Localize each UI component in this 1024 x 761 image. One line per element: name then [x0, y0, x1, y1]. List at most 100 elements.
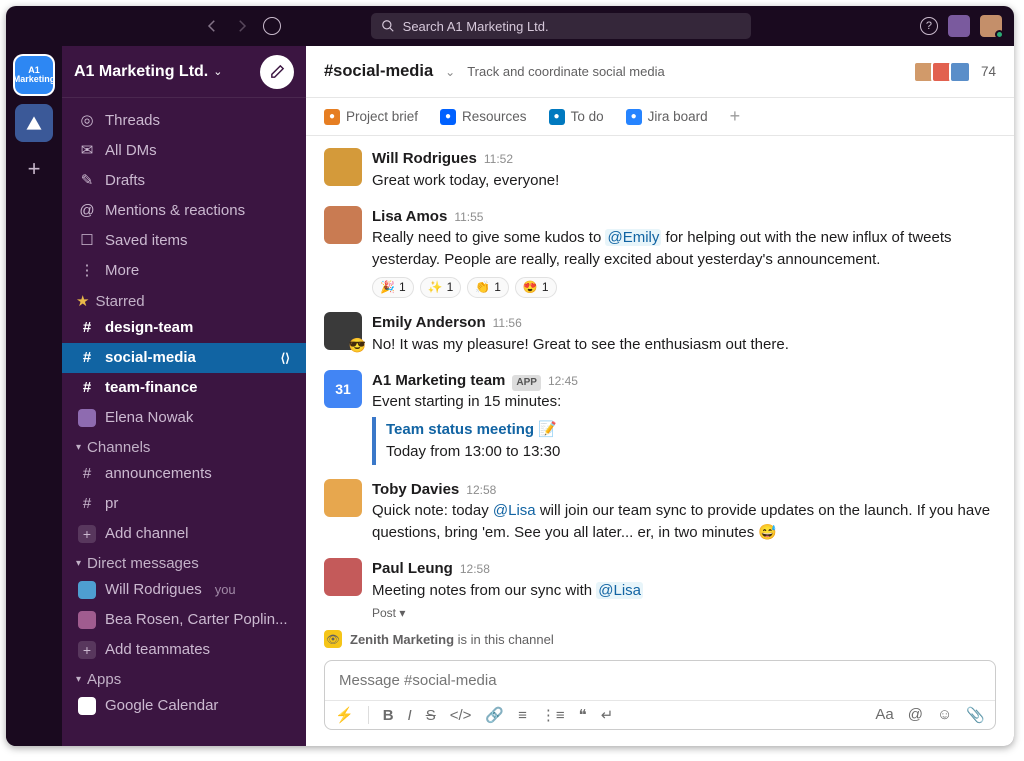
reaction[interactable]: 🎉1: [372, 277, 414, 298]
message-avatar[interactable]: 😎: [324, 312, 362, 350]
message-author[interactable]: Lisa Amos: [372, 206, 447, 228]
workspace-a1[interactable]: A1 Marketing: [15, 56, 53, 94]
chevron-down-icon: ⌄: [213, 65, 222, 78]
message-author[interactable]: Will Rodrigues: [372, 148, 477, 170]
threads-icon: ◎: [78, 109, 96, 133]
mention[interactable]: @Emily: [605, 229, 661, 246]
ulist-button[interactable]: ⋮≡: [541, 706, 565, 724]
workspace-other[interactable]: [15, 104, 53, 142]
reaction[interactable]: ✨1: [420, 277, 462, 298]
message-text: Quick note: today @Lisa will join our te…: [372, 500, 996, 544]
caret-icon: ▾: [76, 442, 81, 453]
history-back[interactable]: [203, 17, 221, 35]
add-workspace[interactable]: +: [17, 152, 51, 186]
message-text: Great work today, everyone!: [372, 170, 996, 192]
pin-2[interactable]: ●To do: [549, 109, 604, 125]
section-apps[interactable]: ▾Apps: [62, 665, 306, 691]
help-button[interactable]: ?: [920, 17, 938, 35]
bold-button[interactable]: B: [383, 707, 394, 724]
message-avatar[interactable]: [324, 148, 362, 186]
message-avatar[interactable]: [324, 558, 362, 596]
codeblock-button[interactable]: ↵: [601, 706, 614, 724]
channel-name[interactable]: #social-media: [324, 62, 433, 81]
add-pin[interactable]: +: [730, 106, 741, 127]
message-avatar[interactable]: [324, 206, 362, 244]
bookmark-icon: ☐: [78, 229, 96, 253]
hash-icon: #: [78, 492, 96, 516]
channel-item-0[interactable]: #announcements: [62, 459, 306, 489]
message-text: Meeting notes from our sync with @Lisa: [372, 580, 996, 602]
message-time: 11:52: [484, 151, 513, 168]
avatar-icon: [78, 611, 96, 629]
workspace-name[interactable]: A1 Marketing Ltd.: [74, 63, 208, 81]
app-item-0[interactable]: Google Calendar: [62, 691, 306, 721]
reaction[interactable]: 👏1: [467, 277, 509, 298]
pin-0[interactable]: ●Project brief: [324, 109, 418, 125]
message-author[interactable]: A1 Marketing team: [372, 370, 505, 392]
message-author[interactable]: Toby Davies: [372, 479, 459, 501]
nav-all-dms[interactable]: ✉All DMs: [62, 136, 306, 166]
history-forward[interactable]: [233, 17, 251, 35]
starred-item-1[interactable]: #social-media⟨⟩: [62, 343, 306, 373]
nav-saved[interactable]: ☐Saved items: [62, 226, 306, 256]
mention[interactable]: @Lisa: [596, 582, 643, 599]
pin-icon: ●: [626, 109, 642, 125]
nav-drafts[interactable]: ✎Drafts: [62, 166, 306, 196]
format-button[interactable]: Aa: [875, 706, 893, 724]
channel-topic: Track and coordinate social media: [467, 64, 665, 79]
section-dms[interactable]: ▾Direct messages: [62, 549, 306, 575]
message-author[interactable]: Emily Anderson: [372, 312, 486, 334]
section-channels[interactable]: ▾Channels: [62, 433, 306, 459]
mention[interactable]: @Lisa: [493, 502, 536, 519]
code-button[interactable]: </>: [450, 707, 472, 724]
mention-button[interactable]: @: [908, 706, 923, 724]
jump-icon: ⟨⟩: [281, 346, 290, 370]
presence-avatar[interactable]: [948, 15, 970, 37]
compose-button[interactable]: [260, 55, 294, 89]
event-title[interactable]: Team status meeting 📝: [386, 419, 996, 441]
member-count[interactable]: 74: [981, 64, 996, 79]
shortcuts-button[interactable]: ⚡: [335, 706, 354, 724]
drafts-icon: ✎: [78, 169, 96, 193]
message-0: Will Rodrigues 11:52 Great work today, eve…: [324, 142, 996, 200]
section-starred[interactable]: ★Starred: [62, 286, 306, 313]
message-input[interactable]: [325, 661, 995, 700]
message-avatar[interactable]: [324, 479, 362, 517]
emoji-button[interactable]: ☺: [937, 706, 952, 724]
dm-item-0[interactable]: Will Rodriguesyou: [62, 575, 306, 605]
plus-icon: +: [78, 525, 96, 543]
channel-item-1[interactable]: #pr: [62, 489, 306, 519]
message-avatar[interactable]: 31: [324, 370, 362, 408]
starred-item-2[interactable]: #team-finance: [62, 373, 306, 403]
global-search[interactable]: Search A1 Marketing Ltd.: [371, 13, 751, 39]
nav-threads[interactable]: ◎Threads: [62, 106, 306, 136]
link-button[interactable]: 🔗: [485, 706, 504, 724]
nav-more[interactable]: ⋮More: [62, 256, 306, 286]
in-channel-name: Zenith Marketing: [350, 632, 454, 647]
pin-icon: ●: [549, 109, 565, 125]
quote-button[interactable]: ❝: [579, 706, 587, 724]
user-avatar[interactable]: [980, 15, 1002, 37]
app-badge: APP: [512, 375, 541, 392]
post-menu[interactable]: Post ▾: [372, 605, 996, 622]
history-recent[interactable]: [263, 17, 281, 35]
italic-button[interactable]: I: [408, 707, 412, 724]
caret-icon: ▾: [76, 558, 81, 569]
add-channel[interactable]: +Add channel: [62, 519, 306, 549]
strike-button[interactable]: S: [426, 707, 436, 724]
starred-item-3[interactable]: Elena Nowak: [62, 403, 306, 433]
dm-item-1[interactable]: Bea Rosen, Carter Poplin...: [62, 605, 306, 635]
pin-3[interactable]: ●Jira board: [626, 109, 708, 125]
message-author[interactable]: Paul Leung: [372, 558, 453, 580]
chevron-down-icon[interactable]: ⌄: [445, 65, 455, 79]
nav-mentions[interactable]: @Mentions & reactions: [62, 196, 306, 226]
dms-icon: ✉: [78, 139, 96, 163]
attach-button[interactable]: 📎: [966, 706, 985, 724]
add-teammates[interactable]: +Add teammates: [62, 635, 306, 665]
member-avatars[interactable]: [917, 61, 971, 83]
pin-1[interactable]: ●Resources: [440, 109, 527, 125]
starred-item-0[interactable]: #design-team: [62, 313, 306, 343]
more-icon: ⋮: [78, 259, 96, 283]
olist-button[interactable]: ≡: [518, 707, 527, 724]
reaction[interactable]: 😍1: [515, 277, 557, 298]
